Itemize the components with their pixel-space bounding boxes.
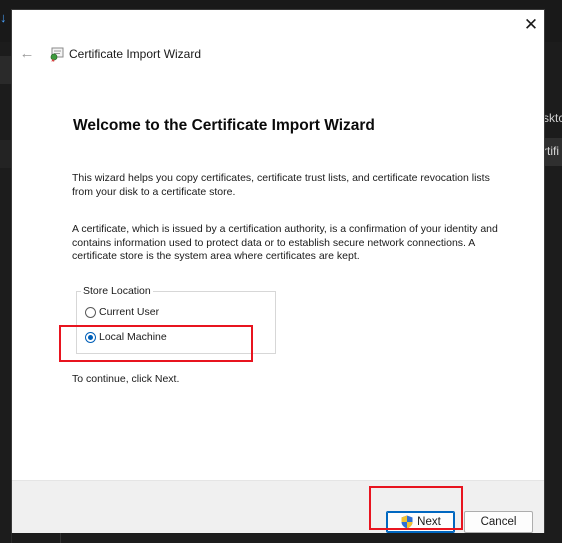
cancel-button[interactable]: Cancel [464, 511, 533, 533]
intro-text: This wizard helps you copy certificates,… [72, 172, 490, 198]
store-location-legend: Store Location [81, 285, 153, 297]
dialog-footer: Next Cancel [12, 480, 544, 533]
background-field: rtifi [543, 138, 562, 166]
background-nav-item [0, 140, 11, 168]
close-button[interactable]: ✕ [520, 14, 542, 36]
close-icon: ✕ [523, 15, 539, 34]
radio-current-user-indicator[interactable] [85, 306, 96, 318]
background-down-arrow-icon: ↓ [0, 10, 7, 25]
next-button-highlight-box [369, 486, 463, 530]
continue-instruction: To continue, click Next. [72, 373, 180, 385]
background-field-text: rtifi [543, 144, 559, 158]
certificate-icon [50, 47, 64, 62]
local-machine-highlight-box [59, 325, 253, 362]
certificate-import-wizard-dialog: ✕ ← Certificate Import Wizard Welcome to… [12, 10, 544, 533]
cancel-button-label: Cancel [480, 516, 517, 528]
back-arrow-icon: ← [19, 44, 35, 62]
window-title: Certificate Import Wizard [69, 47, 202, 61]
background-label: sktc [543, 111, 562, 125]
back-button[interactable]: ← [18, 44, 36, 62]
description-text: A certificate, which is issued by a cert… [72, 223, 498, 263]
radio-current-user[interactable]: Current User [85, 306, 159, 318]
page-heading: Welcome to the Certificate Import Wizard [73, 117, 375, 134]
background-nav-item [0, 56, 11, 84]
radio-current-user-label: Current User [99, 306, 160, 318]
